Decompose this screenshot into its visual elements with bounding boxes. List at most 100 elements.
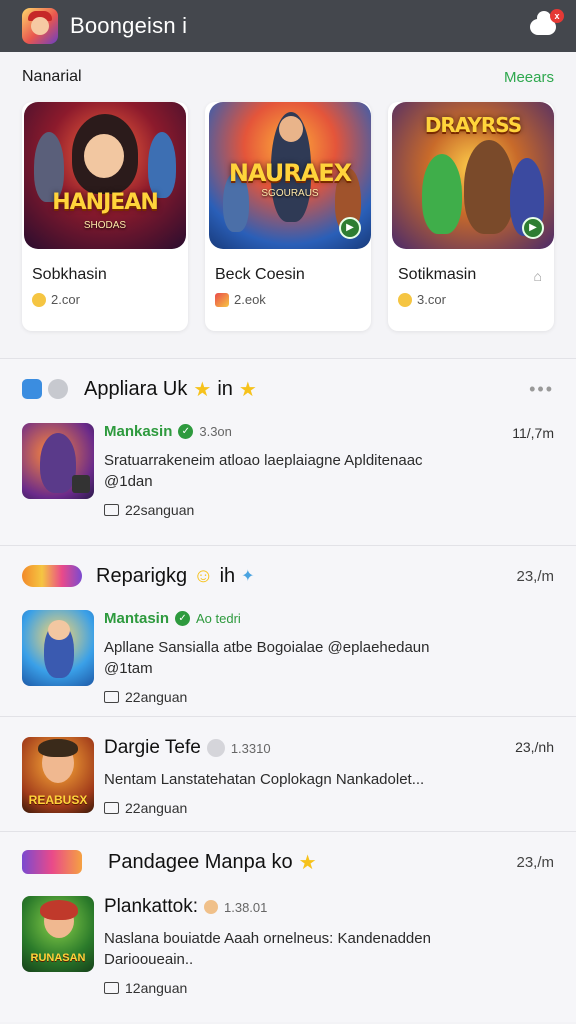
list-item[interactable]: REABUSX Dargie Tefe 1.3310 23,/nh Nentam… <box>22 733 554 816</box>
item-description-extra: @1tam <box>104 660 153 677</box>
group-title-suffix: in <box>217 377 233 400</box>
item-title-text: Mantasin <box>104 610 170 627</box>
app-mini-icon <box>22 850 82 874</box>
featured-title: Nanarial <box>22 68 82 85</box>
item-title: Mantasin ✓ Ao tedri <box>104 610 554 627</box>
item-description: Naslana bouiatde Aaah ornelneus: Kandena… <box>104 930 431 947</box>
featured-card[interactable]: DRAYRSS ▶ Sotikmasin ⌂ 3.cor <box>388 102 554 331</box>
game-name: Sobkhasin <box>32 266 107 283</box>
game-thumb-title: REABUSX <box>28 793 88 807</box>
game-name: Sotikmasin <box>398 266 477 283</box>
game-thumb-title: HANJEAN <box>52 190 159 215</box>
comment-icon <box>104 691 119 703</box>
featured-card[interactable]: HANJEAN SHODAS Sobkhasin 2.cor <box>22 102 188 331</box>
item-description: Nentam Lanstatehatan Coplokagn Nankadole… <box>104 771 425 788</box>
list-group: Reparigkg ☺ ih ✦ 23,/m Mantasin ✓ Ao ted… <box>0 546 576 716</box>
item-footer-text: 22sanguan <box>125 502 195 518</box>
game-thumb-subtitle: SGOURAUS <box>261 188 319 199</box>
app-mini-icon <box>22 379 42 399</box>
game-thumbnail: RUNASAN <box>22 896 94 972</box>
list-group: REABUSX Dargie Tefe 1.3310 23,/nh Nentam… <box>0 717 576 831</box>
star-icon: ★ <box>193 378 212 401</box>
share-icon[interactable]: ⌂ <box>534 268 542 284</box>
featured-section: Nanarial Meears HANJEAN SHODAS Sobkhasin… <box>0 52 576 358</box>
item-title-text: Plankattok: <box>104 896 198 917</box>
game-meta-text: 3.cor <box>417 292 446 307</box>
item-footer[interactable]: 12anguan <box>104 980 554 996</box>
item-description: Apllane Sansialla atbe Bogoialae @eplaeh… <box>104 639 430 656</box>
comment-icon <box>104 982 119 994</box>
top-app-bar: Boongeisn i x <box>0 0 576 52</box>
item-description-extra: @1dan <box>104 473 153 490</box>
item-meta-right: 11/,7m <box>512 425 554 441</box>
item-description-extra: Dariooueain.. <box>104 951 194 968</box>
game-meta: 2.cor <box>32 292 80 307</box>
game-thumb-title: DRAYRSS <box>424 113 522 137</box>
star-icon: ★ <box>298 851 317 874</box>
game-thumbnail: REABUSX <box>22 737 94 813</box>
game-thumb-title: NAURAEX <box>228 159 352 187</box>
coin-icon <box>32 292 46 307</box>
item-title: Dargie Tefe 1.3310 <box>104 737 554 759</box>
app-logo-icon[interactable] <box>22 8 58 44</box>
item-footer[interactable]: 22sanguan <box>104 502 554 518</box>
game-thumb-title: RUNASAN <box>30 952 86 964</box>
play-icon[interactable]: ▶ <box>339 217 361 239</box>
item-subtitle: 1.38.01 <box>224 899 268 915</box>
notification-badge: x <box>550 9 564 23</box>
game-thumb-subtitle: SHODAS <box>83 220 127 231</box>
group-title: Pandagee Manpa ko <box>108 850 293 873</box>
star-icon: ★ <box>238 378 257 401</box>
play-icon[interactable]: ▶ <box>522 217 544 239</box>
comment-icon <box>104 802 119 814</box>
emoji-icon: ☺ <box>193 564 214 587</box>
item-title-text: Dargie Tefe <box>104 737 201 758</box>
item-subtitle: 1.3310 <box>230 740 271 756</box>
item-footer-text: 22anguan <box>125 689 188 705</box>
sparkle-icon: ✦ <box>241 568 255 585</box>
group-title: Reparigkg <box>96 564 188 587</box>
comment-icon <box>104 504 119 516</box>
featured-card[interactable]: NAURAEX SGOURAUS ▶ Beck Coesin 2.eok <box>205 102 371 331</box>
item-meta-right: 23,/nh <box>515 739 554 755</box>
item-footer[interactable]: 22anguan <box>104 689 554 705</box>
game-meta-text: 2.cor <box>51 292 80 307</box>
group-title: Appliara Uk <box>84 377 188 400</box>
game-thumbnail <box>22 610 94 686</box>
game-thumbnail: NAURAEX SGOURAUS ▶ <box>209 102 371 249</box>
item-footer-text: 22anguan <box>125 800 188 816</box>
game-thumbnail: HANJEAN SHODAS <box>24 102 186 249</box>
group-title-suffix: ih <box>219 564 236 587</box>
app-title: Boongeisn i <box>70 13 188 38</box>
featured-more-link[interactable]: Meears <box>504 69 554 86</box>
emoji-icon <box>204 900 218 914</box>
app-mini-icon <box>215 292 229 307</box>
app-mini-icon <box>48 379 68 399</box>
list-item[interactable]: Mantasin ✓ Ao tedri Apllane Sansialla at… <box>22 606 554 705</box>
item-title: Mankasin ✓ 3.3on <box>104 423 554 440</box>
avatar <box>206 739 225 757</box>
game-thumbnail <box>22 423 94 499</box>
game-meta: 3.cor <box>398 292 446 307</box>
item-subtitle: 3.3on <box>199 424 232 439</box>
verified-icon: ✓ <box>175 611 191 626</box>
item-footer-text: 12anguan <box>125 980 188 996</box>
coin-icon <box>398 292 412 307</box>
more-options-icon[interactable]: ••• <box>529 379 554 400</box>
game-meta: 2.eok <box>215 292 266 307</box>
item-title: Plankattok: 1.38.01 <box>104 896 554 918</box>
item-title-text: Mankasin <box>104 423 173 440</box>
list-item[interactable]: RUNASAN Plankattok: 1.38.01 Naslana boui… <box>22 892 554 996</box>
cloud-notification-button[interactable]: x <box>530 9 564 39</box>
list-item[interactable]: Mankasin ✓ 3.3on 11/,7m Sratuarrakeneim … <box>22 419 554 518</box>
list-group: Appliara Uk ★ in ★ ••• Mankasin ✓ 3.3on … <box>0 359 576 545</box>
item-footer[interactable]: 22anguan <box>104 800 554 816</box>
game-meta-text: 2.eok <box>234 292 266 307</box>
list-group: Pandagee Manpa ko ★ 23,/m RUNASAN Planka… <box>0 832 576 1022</box>
game-thumbnail: DRAYRSS ▶ <box>392 102 554 249</box>
group-meta-right: 23,/m <box>516 853 554 871</box>
item-description: Sratuarrakeneim atloao laeplaiagne Apldi… <box>104 452 423 469</box>
group-meta-right: 23,/m <box>516 567 554 585</box>
game-name: Beck Coesin <box>215 266 305 283</box>
verified-icon: ✓ <box>178 424 194 439</box>
